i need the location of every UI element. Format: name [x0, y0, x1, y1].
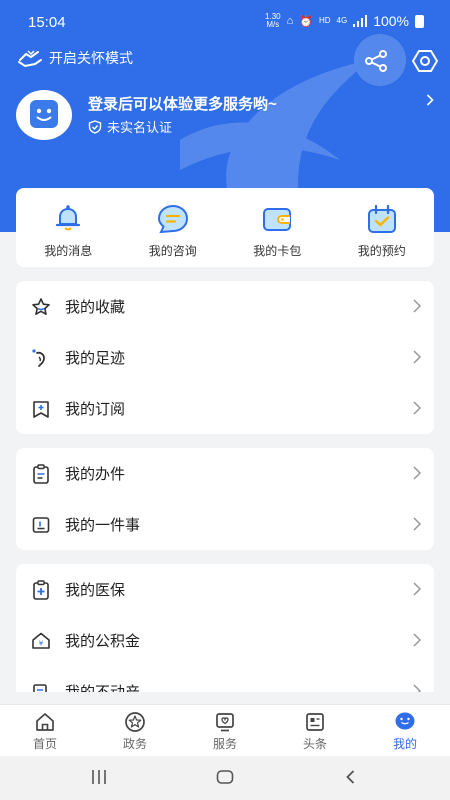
wallet-icon — [263, 208, 292, 231]
avatar[interactable] — [16, 90, 72, 140]
quick-action-messages[interactable]: 我的消息 — [16, 188, 121, 267]
news-icon — [306, 713, 324, 731]
menu-item-housing-fund[interactable]: ¥ 我的公积金 — [16, 615, 434, 666]
chevron-right-icon — [413, 350, 422, 364]
battery-text: 100% — [373, 13, 409, 29]
tab-profile[interactable]: 我的 — [360, 705, 450, 756]
settings-icon[interactable] — [412, 48, 438, 74]
notification-icon: ⌂ — [286, 15, 294, 27]
subscribe-icon — [33, 400, 49, 418]
tab-home[interactable]: 首页 — [0, 705, 90, 756]
chat-bubble-icon — [157, 204, 188, 234]
tab-label: 头条 — [302, 737, 327, 751]
battery-icon — [415, 14, 424, 28]
quick-action-consultation[interactable]: 我的咨询 — [121, 188, 226, 267]
menu-group-personal: 我的收藏 我的足迹 我的订阅 — [16, 281, 434, 434]
chevron-right-icon — [413, 633, 422, 647]
menu-item-label: 我的足迹 — [65, 350, 126, 367]
tab-government[interactable]: 政务 — [90, 705, 180, 756]
tab-label: 政务 — [122, 737, 147, 751]
real-estate-icon — [33, 683, 47, 692]
quick-actions-card: 我的消息 我的咨询 我的卡包 我的预约 — [16, 188, 434, 267]
tab-label: 服务 — [212, 737, 237, 751]
quick-action-label: 我的卡包 — [253, 244, 302, 258]
menu-item-real-estate[interactable]: 我的不动产 — [16, 666, 434, 692]
star-icon — [32, 297, 50, 315]
quick-action-label: 我的咨询 — [148, 244, 197, 258]
tab-service[interactable]: 服务 — [180, 705, 270, 756]
chevron-right-icon — [413, 517, 422, 531]
home-button[interactable] — [216, 768, 234, 791]
menu-item-applications[interactable]: 我的办件 — [16, 448, 434, 499]
menu-item-medical-insurance[interactable]: 我的医保 — [16, 564, 434, 615]
system-navigation-bar — [0, 756, 450, 800]
clipboard-icon — [33, 463, 49, 484]
menu-item-label: 我的办件 — [65, 466, 126, 483]
back-icon — [346, 770, 355, 784]
login-prompt: 登录后可以体验更多服务哟~ — [88, 96, 277, 113]
one-thing-icon — [32, 516, 50, 533]
tab-label: 我的 — [392, 737, 417, 751]
footprint-icon — [32, 348, 45, 367]
menu-item-one-thing[interactable]: 我的一件事 — [16, 499, 434, 550]
menu-item-label: 我的订阅 — [65, 401, 126, 418]
housing-fund-icon: ¥ — [32, 632, 50, 649]
bottom-tab-bar: 首页 政务 服务 头条 我的 — [0, 704, 450, 756]
login-profile-area[interactable]: 登录后可以体验更多服务哟~ 未实名认证 — [16, 90, 436, 140]
home-icon — [36, 713, 54, 731]
chevron-right-icon — [413, 401, 422, 415]
government-icon — [125, 712, 145, 732]
menu-group-affairs: 我的办件 我的一件事 — [16, 448, 434, 550]
menu-item-subscriptions[interactable]: 我的订阅 — [16, 383, 434, 434]
tab-news[interactable]: 头条 — [270, 705, 360, 756]
verification-label: 未实名认证 — [107, 120, 173, 135]
chevron-right-icon — [413, 466, 422, 480]
quick-action-label: 我的预约 — [357, 244, 406, 258]
chevron-right-icon — [413, 582, 422, 596]
status-time: 15:04 — [28, 14, 66, 31]
care-mode-toggle[interactable]: 开启关怀模式 — [17, 48, 133, 68]
care-mode-label: 开启关怀模式 — [49, 50, 133, 66]
chevron-right-icon — [426, 94, 434, 106]
quick-action-wallet[interactable]: 我的卡包 — [225, 188, 330, 267]
hd-badge: HD — [318, 16, 331, 25]
status-bar: 15:04 1.30 M/s ⌂ ⏰ HD 4G 100% — [0, 0, 450, 46]
medical-insurance-icon — [33, 579, 49, 600]
service-icon — [216, 713, 234, 732]
quick-action-appointment[interactable]: 我的预约 — [330, 188, 435, 267]
menu-item-favorites[interactable]: 我的收藏 — [16, 281, 434, 332]
shield-check-icon — [88, 119, 102, 134]
net-speed: 1.30 M/s — [265, 13, 281, 29]
recent-apps-icon — [92, 770, 106, 784]
alarm-icon: ⏰ — [299, 15, 313, 28]
net-speed-unit: M/s — [266, 20, 280, 29]
care-hand-icon — [18, 50, 42, 68]
recent-apps-button[interactable] — [90, 768, 108, 791]
bell-icon — [56, 205, 81, 231]
svg-text:¥: ¥ — [39, 639, 44, 647]
menu-item-label: 我的公积金 — [65, 633, 141, 650]
chevron-right-icon — [413, 299, 422, 313]
share-icon[interactable] — [363, 48, 389, 74]
menu-item-label: 我的医保 — [65, 582, 126, 599]
quick-action-label: 我的消息 — [44, 244, 93, 258]
menu-item-footprints[interactable]: 我的足迹 — [16, 332, 434, 383]
menu-group-services: 我的医保 ¥ 我的公积金 我的不动产 — [16, 564, 434, 692]
home-nav-icon — [216, 770, 234, 784]
menu-item-label: 我的收藏 — [65, 299, 126, 316]
network-type: 4G — [336, 16, 348, 25]
signal-icon — [353, 15, 368, 27]
calendar-check-icon — [367, 204, 396, 233]
chevron-right-icon — [413, 684, 422, 692]
verification-status[interactable]: 未实名认证 — [88, 117, 172, 136]
profile-icon — [395, 712, 415, 730]
back-button[interactable] — [342, 768, 360, 791]
tab-label: 首页 — [32, 737, 57, 751]
menu-item-label: 我的不动产 — [65, 681, 140, 692]
menu-item-label: 我的一件事 — [65, 517, 141, 534]
